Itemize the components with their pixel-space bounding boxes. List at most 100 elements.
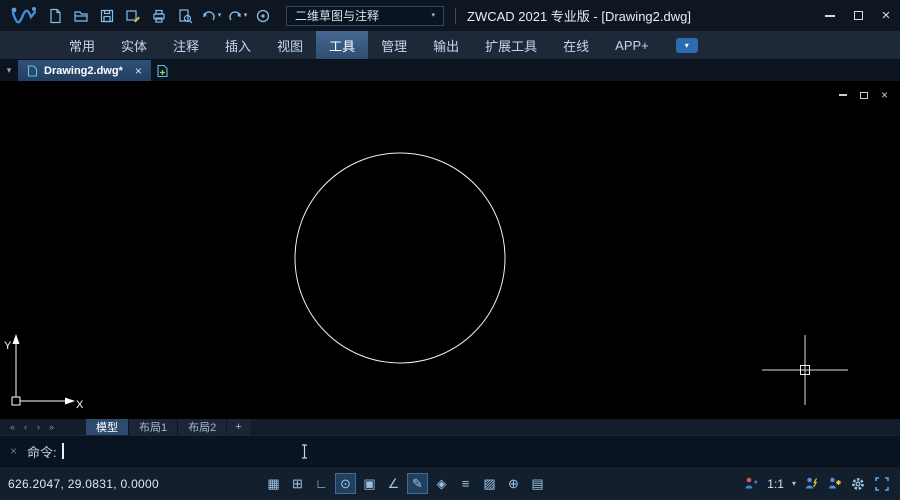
tab-app-plus[interactable]: APP+ bbox=[602, 31, 662, 59]
mdi-restore-button[interactable] bbox=[860, 89, 868, 101]
add-layout-button[interactable]: + bbox=[227, 419, 249, 435]
auto-annotation-icon[interactable] bbox=[827, 476, 842, 491]
mdi-window-controls: × bbox=[839, 89, 888, 101]
document-tab[interactable]: Drawing2.dwg* × bbox=[18, 60, 151, 81]
tab-view[interactable]: 视图 bbox=[264, 31, 316, 59]
new-file-icon bbox=[47, 8, 63, 24]
status-toggle-ortho[interactable]: ∟ bbox=[311, 473, 332, 494]
quick-access-toolbar: ▾ ▾ bbox=[42, 4, 276, 28]
ribbon-tab-bar: 常用 实体 注释 插入 视图 工具 管理 输出 扩展工具 在线 APP+ ▾ bbox=[0, 31, 900, 60]
status-toggle-quick-properties[interactable]: ⊕ bbox=[503, 473, 524, 494]
coordinates-display[interactable]: 626.2047, 29.0831, 0.0000 bbox=[8, 477, 203, 491]
tab-tools[interactable]: 工具 bbox=[316, 31, 368, 59]
open-file-button[interactable] bbox=[68, 4, 94, 28]
save-as-button[interactable] bbox=[120, 4, 146, 28]
minimize-icon bbox=[825, 15, 835, 17]
close-button[interactable]: × bbox=[872, 0, 900, 31]
ucs-x-label: X bbox=[76, 399, 84, 411]
text-cursor bbox=[300, 444, 309, 464]
tab-online[interactable]: 在线 bbox=[550, 31, 602, 59]
annotation-visibility-icon[interactable] bbox=[804, 476, 819, 491]
tab-model[interactable]: 模型 bbox=[86, 419, 129, 435]
close-command-panel-icon[interactable]: × bbox=[10, 444, 17, 458]
crosshair-cursor bbox=[762, 335, 848, 405]
tab-output[interactable]: 输出 bbox=[420, 31, 472, 59]
status-toggle-cycle-select[interactable]: ▤ bbox=[527, 473, 548, 494]
first-layout-icon[interactable]: « bbox=[6, 419, 19, 435]
new-tab-button[interactable] bbox=[151, 60, 175, 81]
status-toggle-object-snap[interactable]: ▣ bbox=[359, 473, 380, 494]
status-toggle-grid[interactable]: ▦ bbox=[263, 473, 284, 494]
cloud-sync-icon bbox=[255, 8, 271, 24]
command-prompt: 命令: bbox=[27, 442, 57, 461]
new-file-button[interactable] bbox=[42, 4, 68, 28]
document-tab-label: Drawing2.dwg* bbox=[44, 65, 123, 77]
tab-solid[interactable]: 实体 bbox=[108, 31, 160, 59]
zwcad-logo-icon bbox=[6, 5, 42, 27]
prev-layout-icon[interactable]: ‹ bbox=[19, 419, 32, 435]
save-icon bbox=[99, 8, 115, 24]
command-line[interactable]: × 命令: bbox=[0, 435, 900, 466]
save-as-icon bbox=[125, 8, 141, 24]
status-right-cluster: 1:1 ▾ bbox=[744, 476, 892, 492]
new-drawing-icon bbox=[156, 64, 170, 78]
status-toggle-dynamic-ucs[interactable]: ◈ bbox=[431, 473, 452, 494]
tab-insert[interactable]: 插入 bbox=[212, 31, 264, 59]
status-toggles: ▦ ⊞ ∟ ⊙ ▣ ∠ ✎ ◈ ≡ ▨ ⊕ ▤ bbox=[263, 473, 548, 494]
status-toggle-object-snap-tracking[interactable]: ∠ bbox=[383, 473, 404, 494]
status-toggle-transparency[interactable]: ▨ bbox=[479, 473, 500, 494]
status-toggle-polar-tracking[interactable]: ⊙ bbox=[335, 473, 356, 494]
window-title: ZWCAD 2021 专业版 - [Drawing2.dwg] bbox=[467, 6, 816, 25]
maximize-button[interactable] bbox=[844, 0, 872, 31]
workspace-label: 二维草图与注释 bbox=[295, 7, 379, 24]
save-button[interactable] bbox=[94, 4, 120, 28]
cloud-sync-button[interactable] bbox=[250, 4, 276, 28]
restore-icon bbox=[860, 92, 868, 99]
status-bar: 626.2047, 29.0831, 0.0000 ▦ ⊞ ∟ ⊙ ▣ ∠ ✎ … bbox=[0, 466, 900, 500]
window-controls: × bbox=[816, 0, 900, 31]
annotation-scale-icon[interactable] bbox=[744, 476, 759, 491]
maximize-icon bbox=[854, 11, 863, 20]
redo-button[interactable]: ▾ bbox=[224, 4, 250, 28]
print-preview-button[interactable] bbox=[172, 4, 198, 28]
titlebar-divider bbox=[455, 8, 456, 24]
last-layout-icon[interactable]: » bbox=[45, 419, 58, 435]
minimize-button[interactable] bbox=[816, 0, 844, 31]
redo-icon bbox=[227, 8, 243, 24]
print-preview-icon bbox=[177, 8, 193, 24]
drawn-circle[interactable] bbox=[295, 153, 505, 363]
chevron-down-icon: ▾ bbox=[431, 12, 435, 19]
tab-manage[interactable]: 管理 bbox=[368, 31, 420, 59]
layout-tab-bar: « ‹ › » 模型 布局1 布局2 + bbox=[0, 419, 900, 435]
tab-layout2[interactable]: 布局2 bbox=[178, 419, 227, 435]
next-layout-icon[interactable]: › bbox=[32, 419, 45, 435]
status-toggle-dynamic-input[interactable]: ✎ bbox=[407, 473, 428, 494]
tab-list-icon[interactable]: ▾ bbox=[0, 60, 18, 81]
scale-display[interactable]: 1:1 bbox=[767, 477, 784, 491]
workspace-selector[interactable]: 二维草图与注释 ▾ bbox=[286, 6, 444, 26]
open-folder-icon bbox=[73, 8, 89, 24]
printer-icon bbox=[151, 8, 167, 24]
tab-home[interactable]: 常用 bbox=[56, 31, 108, 59]
drawing-canvas[interactable]: Y X × bbox=[0, 81, 900, 419]
drawing-file-icon bbox=[27, 65, 38, 77]
close-tab-icon[interactable]: × bbox=[135, 64, 142, 78]
undo-icon bbox=[201, 8, 217, 24]
status-toggle-snap[interactable]: ⊞ bbox=[287, 473, 308, 494]
status-toggle-lineweight[interactable]: ≡ bbox=[455, 473, 476, 494]
tab-annotate[interactable]: 注释 bbox=[160, 31, 212, 59]
mdi-minimize-button[interactable] bbox=[839, 89, 847, 101]
command-caret bbox=[62, 443, 64, 459]
zwcad-window: ▾ ▾ 二维草图与注释 ▾ ZWCAD 2021 专业版 - [Drawing2… bbox=[0, 0, 900, 500]
tab-layout1[interactable]: 布局1 bbox=[129, 419, 178, 435]
ucs-y-label: Y bbox=[4, 340, 12, 352]
tab-express-tools[interactable]: 扩展工具 bbox=[472, 31, 550, 59]
mdi-close-button[interactable]: × bbox=[881, 89, 888, 101]
chevron-down-icon[interactable]: ▾ bbox=[792, 479, 796, 488]
undo-button[interactable]: ▾ bbox=[198, 4, 224, 28]
ribbon-collapse-button[interactable]: ▾ bbox=[676, 38, 698, 53]
chevron-down-icon: ▾ bbox=[218, 12, 222, 19]
fullscreen-icon[interactable] bbox=[874, 476, 890, 492]
settings-gear-icon[interactable] bbox=[850, 476, 866, 492]
print-button[interactable] bbox=[146, 4, 172, 28]
